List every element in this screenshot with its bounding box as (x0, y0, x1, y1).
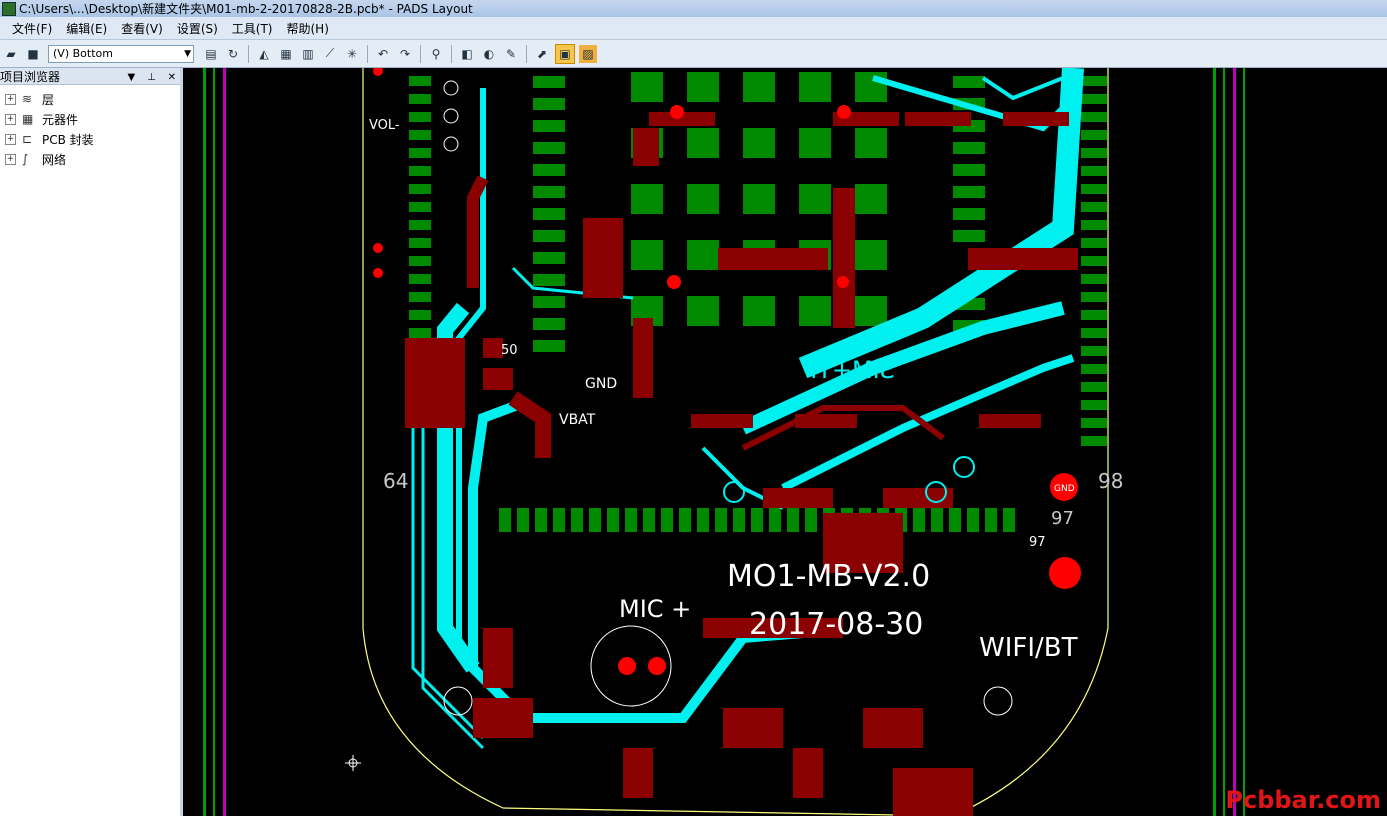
net-icon: ∫ (22, 152, 29, 166)
toolbar-separator (248, 44, 249, 63)
label-vol: VOL- (369, 118, 400, 133)
pcb-canvas[interactable]: VOL- GND 50 SIM+TF VBAT MIC + MO1-MB-V2.… (183, 68, 1387, 816)
label-97: 97 (1051, 508, 1074, 529)
toolbar-separator (367, 44, 368, 63)
tree-item-label: 层 (42, 92, 55, 107)
menu-edit[interactable]: 编辑(E) (66, 20, 107, 37)
footprint-icon: ⊏ (22, 132, 33, 146)
tree-item-footprints[interactable]: + ⊏ PCB 封装 (0, 129, 180, 149)
tree-item-nets[interactable]: + ∫ 网络 (0, 149, 180, 169)
close-icon[interactable]: ✕ (168, 72, 176, 83)
expand-icon[interactable]: + (5, 93, 16, 105)
expand-icon[interactable]: + (5, 113, 16, 125)
layers-icon: ≋ (22, 92, 33, 106)
project-browser-icon[interactable]: ▣ (555, 43, 575, 64)
toolbar-separator (526, 44, 527, 63)
properties-icon[interactable]: ▤ (202, 45, 220, 63)
zoom-icon[interactable]: ⚲ (427, 45, 445, 63)
title-bar: C:\Users\...\Desktop\新建文件夹\M01-mb-2-2017… (0, 0, 1387, 17)
label-sim-tf: SIM+TF (803, 356, 895, 384)
label-pin-97: 97 (1029, 535, 1046, 550)
pcb-drawing[interactable]: VOL- GND 50 SIM+TF VBAT MIC + MO1-MB-V2.… (183, 68, 1387, 816)
component-icon: ▦ (22, 112, 34, 126)
redo-icon[interactable]: ↷ (396, 45, 414, 63)
tree-item-layers[interactable]: + ≋ 层 (0, 89, 180, 109)
panel-header: 项目浏览器 ▼ ⊥ ✕ (0, 68, 180, 85)
window-title: C:\Users\...\Desktop\新建文件夹\M01-mb-2-2017… (19, 2, 473, 16)
drafting-toolbar-icon[interactable]: ▥ (299, 45, 317, 63)
label-mic: MIC + (619, 595, 691, 623)
tree-item-label: 元器件 (42, 112, 79, 127)
layer-select-value: (V) Bottom (53, 47, 113, 60)
chevron-down-icon[interactable]: ▼ (128, 72, 136, 83)
tree-item-label: 网络 (42, 152, 67, 167)
label-version: MO1-MB-V2.0 (727, 559, 930, 594)
menu-help[interactable]: 帮助(H) (287, 20, 329, 37)
panel-title: 项目浏览器 (0, 69, 61, 84)
design-toolbar-icon[interactable]: ◭ (255, 45, 273, 63)
label-gnd: GND (585, 376, 617, 392)
pads-router-icon[interactable]: ▨ (579, 44, 597, 63)
select-icon[interactable]: ⬈ (533, 45, 551, 63)
label-64: 64 (383, 469, 408, 493)
project-tree: + ≋ 层 + ▦ 元器件 + ⊏ PCB 封装 + ∫ 网络 (0, 85, 180, 169)
refresh-icon[interactable]: ↻ (224, 45, 242, 63)
expand-icon[interactable]: + (5, 153, 16, 165)
pan-icon[interactable]: ◐ (480, 45, 498, 63)
tree-item-label: PCB 封装 (42, 132, 94, 147)
pin-icon[interactable]: ⊥ (147, 72, 156, 83)
undo-icon[interactable]: ↶ (374, 45, 392, 63)
label-vbat: VBAT (559, 412, 596, 428)
view-icon[interactable]: ◧ (458, 45, 476, 63)
star-icon[interactable]: ✳ (343, 45, 361, 63)
crosshair-icon (345, 755, 361, 771)
label-98: 98 (1098, 469, 1123, 493)
tree-item-components[interactable]: + ▦ 元器件 (0, 109, 180, 129)
open-icon[interactable]: ▰ (2, 45, 20, 63)
main-toolbar: ▰ ■ (V) Bottom ▼ ▤ ↻ ◭ ▦ ▥ ⟋ ✳ ↶ ↷ ⚲ ◧ ◐… (0, 40, 1387, 68)
toolbar-separator (451, 44, 452, 63)
label-wifi-bt: WIFI/BT (979, 633, 1078, 663)
menu-setup[interactable]: 设置(S) (177, 20, 218, 37)
label-50: 50 (501, 343, 518, 358)
chevron-down-icon: ▼ (184, 48, 191, 59)
watermark: Pcbbar.com (1225, 786, 1381, 814)
layer-select[interactable]: (V) Bottom ▼ (48, 44, 194, 63)
label-pad-gnd: GND (1054, 484, 1075, 494)
menu-tools[interactable]: 工具(T) (232, 20, 273, 37)
toolbar-separator (420, 44, 421, 63)
app-icon (2, 1, 16, 16)
brush-icon[interactable]: ✎ (502, 45, 520, 63)
menu-file[interactable]: 文件(F) (12, 20, 52, 37)
ecoo-toolbar-icon[interactable]: ▦ (277, 45, 295, 63)
project-browser-panel: 项目浏览器 ▼ ⊥ ✕ + ≋ 层 + ▦ 元器件 + ⊏ PCB 封装 + ∫… (0, 68, 183, 816)
expand-icon[interactable]: + (5, 133, 16, 145)
route-icon[interactable]: ⟋ (321, 45, 339, 63)
save-icon[interactable]: ■ (24, 45, 42, 63)
menu-view[interactable]: 查看(V) (121, 20, 163, 37)
menu-bar: 文件(F) 编辑(E) 查看(V) 设置(S) 工具(T) 帮助(H) (0, 17, 1387, 40)
label-date: 2017-08-30 (749, 607, 923, 642)
